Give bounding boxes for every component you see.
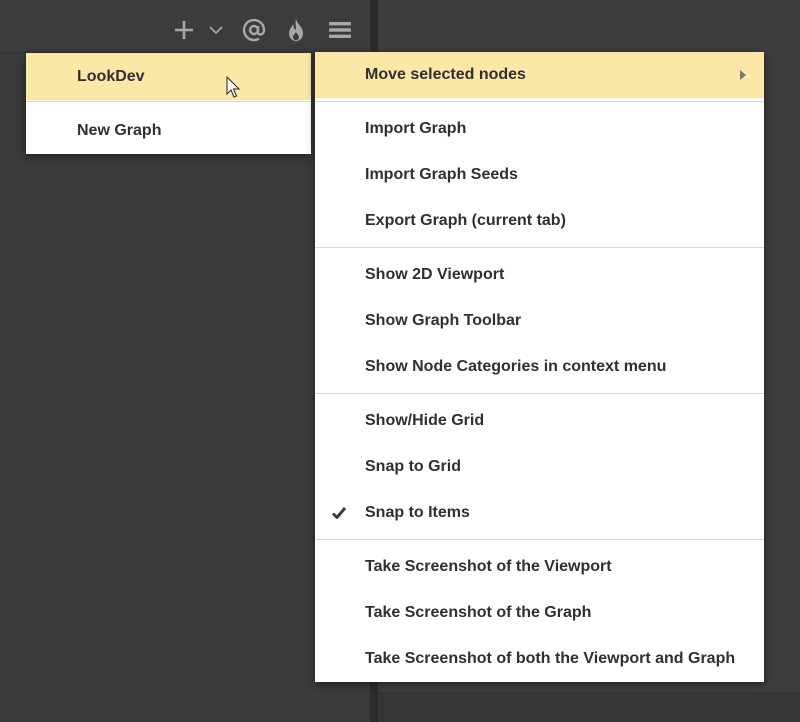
menu-item-label: Snap to Items (365, 504, 470, 521)
menu-item-screenshot-viewport[interactable]: Take Screenshot of the Viewport (315, 544, 764, 590)
menu-separator (315, 101, 764, 102)
at-icon[interactable] (240, 14, 268, 46)
menu-item-new-graph[interactable]: New Graph (26, 107, 311, 154)
menu-item-label: Take Screenshot of the Graph (365, 604, 592, 621)
graph-dropdown-menu: LookDev New Graph (26, 53, 311, 154)
hamburger-menu-icon[interactable] (326, 14, 354, 46)
menu-item-export-graph[interactable]: Export Graph (current tab) (315, 198, 764, 244)
menu-item-label: Take Screenshot of both the Viewport and… (365, 650, 736, 667)
menu-item-snap-to-grid[interactable]: Snap to Grid (315, 444, 764, 490)
viewport-panel-footer (378, 692, 800, 722)
menu-item-screenshot-both[interactable]: Take Screenshot of both the Viewport and… (315, 636, 764, 682)
menu-item-label: Import Graph (365, 120, 467, 137)
menu-separator (315, 247, 764, 248)
flame-icon[interactable] (284, 14, 308, 46)
plus-icon[interactable] (172, 14, 196, 46)
menu-item-show-2d-viewport[interactable]: Show 2D Viewport (315, 252, 764, 298)
menu-item-label: Export Graph (current tab) (365, 212, 566, 229)
menu-item-import-graph-seeds[interactable]: Import Graph Seeds (315, 152, 764, 198)
menu-item-label: Move selected nodes (365, 66, 526, 83)
menu-separator (315, 539, 764, 540)
menu-item-label: Show Graph Toolbar (365, 312, 522, 329)
menu-separator (315, 393, 764, 394)
menu-item-label: New Graph (77, 121, 162, 139)
menu-item-snap-to-items[interactable]: Snap to Items (315, 490, 764, 536)
menu-item-show-hide-grid[interactable]: Show/Hide Grid (315, 398, 764, 444)
menu-item-label: LookDev (77, 67, 145, 85)
chevron-down-icon[interactable] (206, 14, 226, 46)
menu-item-label: Show Node Categories in context menu (365, 358, 667, 375)
menu-item-label: Import Graph Seeds (365, 166, 518, 183)
menu-item-screenshot-graph[interactable]: Take Screenshot of the Graph (315, 590, 764, 636)
menu-item-label: Show/Hide Grid (365, 412, 485, 429)
menu-item-label: Take Screenshot of the Viewport (365, 558, 612, 575)
menu-item-label: Show 2D Viewport (365, 266, 505, 283)
graph-options-menu: Move selected nodes Import Graph Import … (315, 52, 764, 682)
menu-item-show-graph-toolbar[interactable]: Show Graph Toolbar (315, 298, 764, 344)
menu-separator (26, 101, 311, 102)
checkmark-icon (331, 507, 347, 519)
menu-item-label: Snap to Grid (365, 458, 461, 475)
submenu-arrow-icon (740, 70, 746, 80)
menu-item-show-node-categories[interactable]: Show Node Categories in context menu (315, 344, 764, 390)
menu-item-import-graph[interactable]: Import Graph (315, 106, 764, 152)
menu-item-move-selected-nodes[interactable]: Move selected nodes (315, 52, 764, 98)
menu-item-lookdev[interactable]: LookDev (26, 53, 311, 100)
mouse-cursor-icon (226, 76, 241, 98)
